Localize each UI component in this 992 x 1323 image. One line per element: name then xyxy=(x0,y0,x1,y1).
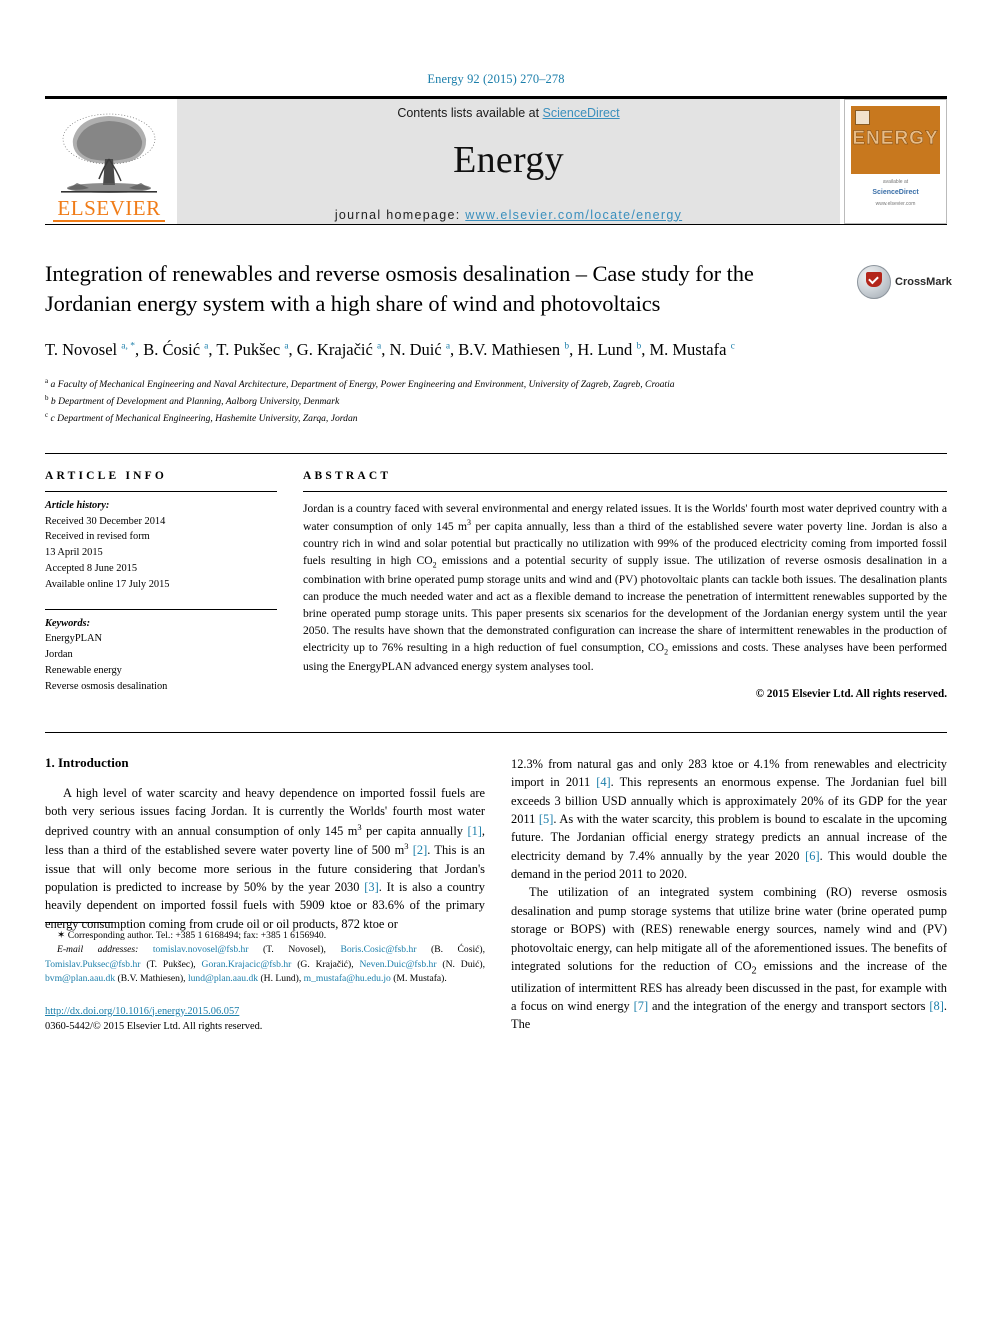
crossmark-icon xyxy=(857,265,891,299)
affiliation-b-text: b Department of Development and Planning… xyxy=(50,396,340,408)
affiliation-c: c c Department of Mechanical Engineering… xyxy=(45,410,358,425)
paper-page: Energy 92 (2015) 270–278 ELSEVIER Conten… xyxy=(0,0,992,1323)
keyword-item: Reverse osmosis desalination xyxy=(45,680,168,692)
journal-title: Energy xyxy=(453,138,564,181)
masthead-bottom-rule xyxy=(45,224,947,225)
journal-homepage-line: journal homepage: www.elsevier.com/locat… xyxy=(335,208,682,222)
crossmark-label: CrossMark xyxy=(895,276,952,288)
running-head: Energy 92 (2015) 270–278 xyxy=(427,72,565,86)
elsevier-logo: ELSEVIER xyxy=(45,99,173,224)
article-info-column: ARTICLE INFO Article history: Received 3… xyxy=(45,470,277,700)
article-history-label: Article history: xyxy=(45,499,110,511)
email-addresses-note: E-mail addresses: tomislav.novosel@fsb.h… xyxy=(45,944,486,985)
elsevier-tree-icon xyxy=(61,113,157,193)
body-region: 1. Introduction A high level of water sc… xyxy=(45,731,947,1034)
affiliation-a: a a Faculty of Mechanical Engineering an… xyxy=(45,377,675,391)
contents-prefix: Contents lists available at xyxy=(397,105,543,120)
keyword-item: Jordan xyxy=(45,649,73,661)
abstract-column: ABSTRACT Jordan is a country faced with … xyxy=(303,470,947,700)
journal-cover-thumbnail: ENERGY available at ScienceDirect www.else… xyxy=(844,99,947,224)
keyword-item: EnergyPLAN xyxy=(45,633,102,645)
intro-paragraph-right-2: The utilization of an integrated system … xyxy=(511,885,947,1032)
intro-paragraph-right-1: 12.3% from natural gas and only 283 ktoe… xyxy=(511,756,947,882)
info-abstract-region: ARTICLE INFO Article history: Received 3… xyxy=(45,452,947,700)
footnote-rule xyxy=(45,922,113,923)
article-info-heading: ARTICLE INFO xyxy=(45,469,168,482)
history-line: Available online 17 July 2015 xyxy=(45,578,170,590)
abstract-copyright: © 2015 Elsevier Ltd. All rights reserved… xyxy=(755,687,947,700)
crossmark-shield-icon xyxy=(866,272,882,287)
article-history-group: Article history: Received 30 December 20… xyxy=(45,492,277,593)
title-block: Integration of renewables and reverse os… xyxy=(45,259,952,319)
history-line: 13 April 2015 xyxy=(45,547,103,559)
doi-block: http://dx.doi.org/10.1016/j.energy.2015.… xyxy=(45,1004,485,1034)
history-line: Received in revised form xyxy=(45,531,150,543)
intro-paragraph-left: A high level of water scarcity and heavy… xyxy=(45,785,485,931)
body-left-column: 1. Introduction A high level of water sc… xyxy=(45,755,485,1034)
page-title: Integration of renewables and reverse os… xyxy=(45,261,754,316)
affiliation-list: a a Faculty of Mechanical Engineering an… xyxy=(45,376,835,426)
masthead-center: Contents lists available at ScienceDirec… xyxy=(177,99,840,224)
contents-available-line: Contents lists available at ScienceDirec… xyxy=(397,106,619,120)
crossmark-badge-group[interactable]: CrossMark xyxy=(857,259,952,305)
abstract-heading: ABSTRACT xyxy=(303,469,392,482)
issn-copyright-line: 0360-5442/© 2015 Elsevier Ltd. All right… xyxy=(45,1020,263,1032)
corresponding-author-note: ✶ Corresponding author. Tel.: +385 1 616… xyxy=(57,930,327,941)
affiliation-b: b b Department of Development and Planni… xyxy=(45,394,340,408)
affiliation-c-text: c Department of Mechanical Engineering, … xyxy=(50,413,358,425)
doi-link[interactable]: http://dx.doi.org/10.1016/j.energy.2015.… xyxy=(45,1006,239,1017)
abstract-text: Jordan is a country faced with several e… xyxy=(303,490,947,675)
journal-homepage-link[interactable]: www.elsevier.com/locate/energy xyxy=(465,208,682,222)
affiliation-a-text: a Faculty of Mechanical Engineering and … xyxy=(50,379,675,391)
cover-logo-box xyxy=(855,110,870,125)
journal-masthead: ELSEVIER Contents lists available at Sci… xyxy=(45,96,947,224)
section-heading-introduction: 1. Introduction xyxy=(45,754,129,770)
keywords-group: Keywords: EnergyPLAN Jordan Renewable en… xyxy=(45,610,277,695)
cover-footer-text: available at ScienceDirect www.elsevier.co… xyxy=(872,179,919,207)
keywords-label: Keywords: xyxy=(45,617,91,629)
cover-energy-wordmark: ENERGY xyxy=(852,128,939,149)
keyword-item: Renewable energy xyxy=(45,665,122,677)
elsevier-wordmark: ELSEVIER xyxy=(57,196,161,220)
history-line: Received 30 December 2014 xyxy=(45,515,166,527)
body-right-column: 12.3% from natural gas and only 283 ktoe… xyxy=(511,755,947,1034)
footnote-block: ✶ Corresponding author. Tel.: +385 1 616… xyxy=(45,922,485,1034)
elsevier-underline xyxy=(53,220,165,222)
homepage-label: journal homepage: xyxy=(334,207,461,222)
sciencedirect-link[interactable]: ScienceDirect xyxy=(543,106,620,120)
author-list: T. Novosel a, *, B. Ćosić a, T. Pukšec a… xyxy=(45,339,735,359)
history-line: Accepted 8 June 2015 xyxy=(45,562,138,574)
